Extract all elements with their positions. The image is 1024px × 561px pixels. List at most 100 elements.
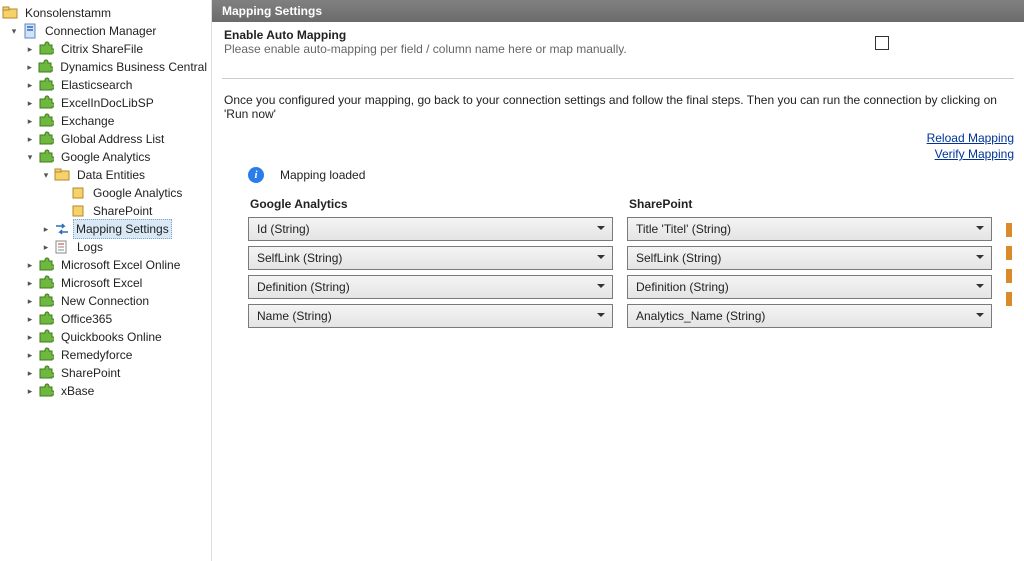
combo-value: SelfLink (String) (257, 251, 342, 265)
tree-ga-ent2[interactable]: SharePoint (0, 202, 211, 220)
row-action-icon[interactable] (1006, 292, 1012, 306)
tree-ga-ent1[interactable]: Google Analytics (0, 184, 211, 202)
expander-icon[interactable]: ▸ (40, 223, 52, 235)
right-col-title: SharePoint (629, 197, 992, 211)
expander-icon[interactable]: ▸ (24, 385, 36, 397)
page-title: Mapping Settings (212, 0, 1024, 22)
puzzle-icon (38, 77, 54, 93)
left-combo-2[interactable]: Definition (String) (248, 275, 613, 299)
tree-ga-mapping[interactable]: ▸ Mapping Settings (0, 220, 211, 238)
tree-item-newconn[interactable]: ▸ New Connection (0, 292, 211, 310)
verify-mapping-link[interactable]: Verify Mapping (212, 147, 1014, 161)
tree-item-label: Microsoft Excel Online (61, 258, 180, 272)
tree-item-label: Exchange (61, 114, 114, 128)
tree-item-dbc[interactable]: ▸ Dynamics Business Central (0, 58, 211, 76)
tree-item-label: ExcelInDocLibSP (61, 96, 154, 110)
tree-node-label: SharePoint (93, 204, 152, 218)
expander-icon[interactable]: ▾ (24, 151, 36, 163)
row-action-icon[interactable] (1006, 223, 1012, 237)
puzzle-icon (38, 131, 54, 147)
expander-icon[interactable]: ▸ (24, 277, 36, 289)
tree-item-excel[interactable]: ▸ Microsoft Excel (0, 274, 211, 292)
puzzle-icon (38, 365, 54, 381)
expander-icon[interactable]: ▾ (8, 25, 20, 37)
tree-item-citrix[interactable]: ▸ Citrix ShareFile (0, 40, 211, 58)
row-action-icon[interactable] (1006, 246, 1012, 260)
tree-item-label: Office365 (61, 312, 112, 326)
tree-item-label: Citrix ShareFile (61, 42, 143, 56)
puzzle-icon (38, 149, 54, 165)
puzzle-icon (38, 347, 54, 363)
combo-value: Title 'Titel' (String) (636, 222, 731, 236)
tree-item-es[interactable]: ▸ Elasticsearch (0, 76, 211, 94)
puzzle-icon (38, 41, 54, 57)
expander-icon[interactable]: ▸ (24, 313, 36, 325)
left-combo-1[interactable]: SelfLink (String) (248, 246, 613, 270)
folder-icon (2, 5, 18, 21)
right-combo-3[interactable]: Analytics_Name (String) (627, 304, 992, 328)
automap-checkbox[interactable] (875, 36, 889, 50)
tree-item-label: Quickbooks Online (61, 330, 162, 344)
tree-ga-entities[interactable]: ▾ Data Entities (0, 166, 211, 184)
tree-root[interactable]: Konsolenstamm (0, 4, 211, 22)
tree-item-remedy[interactable]: ▸ Remedyforce (0, 346, 211, 364)
expander-icon[interactable]: ▸ (24, 295, 36, 307)
tree-node-label: Mapping Settings (76, 222, 169, 236)
expander-icon[interactable]: ▾ (40, 169, 52, 181)
left-combo-3[interactable]: Name (String) (248, 304, 613, 328)
tree-item-office[interactable]: ▸ Office365 (0, 310, 211, 328)
expander-icon[interactable]: ▸ (24, 79, 36, 91)
tree-item-ga[interactable]: ▾ Google Analytics (0, 148, 211, 166)
entity-icon (70, 203, 86, 219)
row-action-icon[interactable] (1006, 269, 1012, 283)
logs-icon (54, 239, 70, 255)
right-combo-1[interactable]: SelfLink (String) (627, 246, 992, 270)
tree-item-excelonline[interactable]: ▸ Microsoft Excel Online (0, 256, 211, 274)
page-title-text: Mapping Settings (222, 4, 322, 18)
row-actions (1006, 197, 1012, 333)
info-icon: i (248, 167, 264, 183)
tree-item-label: Global Address List (61, 132, 164, 146)
expander-icon[interactable]: ▸ (24, 349, 36, 361)
tree-ga-logs[interactable]: ▸ Logs (0, 238, 211, 256)
puzzle-icon (37, 59, 53, 75)
puzzle-icon (38, 275, 54, 291)
right-combo-0[interactable]: Title 'Titel' (String) (627, 217, 992, 241)
tree-item-qbo[interactable]: ▸ Quickbooks Online (0, 328, 211, 346)
expander-icon[interactable]: ▸ (24, 259, 36, 271)
tree-item-label: Dynamics Business Central (60, 60, 207, 74)
puzzle-icon (38, 95, 54, 111)
tree-item-sp[interactable]: ▸ SharePoint (0, 364, 211, 382)
tree-item-label: Elasticsearch (61, 78, 132, 92)
expander-icon[interactable]: ▸ (24, 133, 36, 145)
tree-panel[interactable]: Konsolenstamm ▾ Connection Manager ▸ Cit… (0, 0, 212, 561)
tree-item-exceldoc[interactable]: ▸ ExcelInDocLibSP (0, 94, 211, 112)
tree-item-label: xBase (61, 384, 94, 398)
tree-item-gal[interactable]: ▸ Global Address List (0, 130, 211, 148)
puzzle-icon (38, 311, 54, 327)
puzzle-icon (38, 257, 54, 273)
status-text: Mapping loaded (280, 168, 365, 182)
mapping-icon (54, 221, 70, 237)
tree-item-label: SharePoint (61, 366, 120, 380)
combo-value: Name (String) (257, 309, 332, 323)
tree-root-label: Konsolenstamm (25, 6, 111, 20)
expander-icon[interactable]: ▸ (24, 97, 36, 109)
main-panel: Mapping Settings Enable Auto Mapping Ple… (212, 0, 1024, 561)
tree-item-exchange[interactable]: ▸ Exchange (0, 112, 211, 130)
combo-value: Analytics_Name (String) (636, 309, 765, 323)
expander-icon[interactable]: ▸ (24, 61, 35, 73)
tree-item-label: Google Analytics (61, 150, 150, 164)
expander-icon[interactable]: ▸ (24, 367, 36, 379)
expander-icon[interactable]: ▸ (24, 115, 36, 127)
left-combo-0[interactable]: Id (String) (248, 217, 613, 241)
tree-item-xbase[interactable]: ▸ xBase (0, 382, 211, 400)
puzzle-icon (38, 113, 54, 129)
reload-mapping-link[interactable]: Reload Mapping (212, 131, 1014, 145)
expander-icon[interactable]: ▸ (24, 43, 36, 55)
right-combo-2[interactable]: Definition (String) (627, 275, 992, 299)
expander-icon[interactable]: ▸ (40, 241, 52, 253)
tree-cm[interactable]: ▾ Connection Manager (0, 22, 211, 40)
expander-icon[interactable]: ▸ (24, 331, 36, 343)
combo-value: Definition (String) (636, 280, 729, 294)
